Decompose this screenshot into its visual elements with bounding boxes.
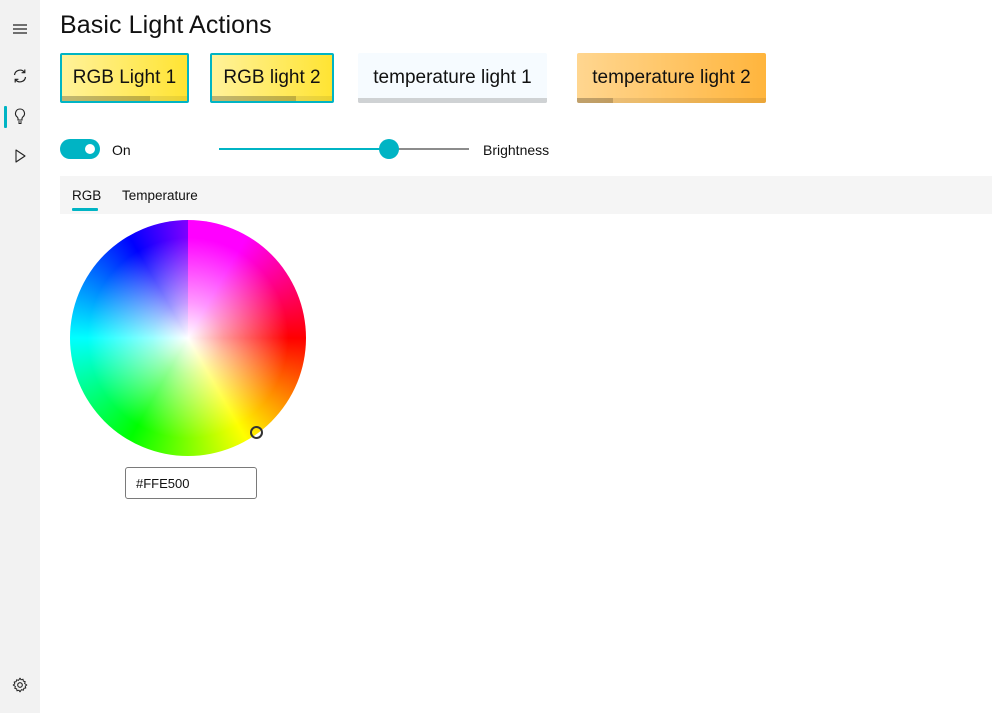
gear-icon xyxy=(12,677,28,693)
power-toggle-label: On xyxy=(112,142,131,158)
settings-button[interactable] xyxy=(0,667,40,703)
brightness-label: Brightness xyxy=(483,142,550,158)
color-mode-tabs: RGB Temperature xyxy=(60,176,992,214)
sidebar xyxy=(0,0,40,713)
level-fill xyxy=(358,98,547,103)
color-wheel-handle[interactable] xyxy=(250,426,263,439)
light-label: RGB Light 1 xyxy=(72,67,177,88)
refresh-button[interactable] xyxy=(0,58,40,94)
tab-rgb[interactable]: RGB xyxy=(72,188,101,203)
light-button-temperature-light-2[interactable]: temperature light 2 xyxy=(577,53,766,103)
light-label: RGB light 2 xyxy=(223,67,321,88)
level-fill xyxy=(62,96,150,101)
light-label: temperature light 1 xyxy=(373,67,532,88)
light-button-temperature-light-1[interactable]: temperature light 1 xyxy=(358,53,547,103)
level-fill xyxy=(212,96,296,101)
slider-fill xyxy=(219,148,389,150)
brightness-slider[interactable] xyxy=(219,139,469,159)
light-label: temperature light 2 xyxy=(592,67,751,88)
hex-color-input[interactable] xyxy=(125,467,257,499)
color-wheel[interactable] xyxy=(70,220,306,456)
lights-nav-button[interactable] xyxy=(0,98,40,134)
lightbulb-icon xyxy=(14,108,26,125)
power-toggle[interactable] xyxy=(60,139,100,159)
menu-button[interactable] xyxy=(0,11,40,47)
tab-temperature[interactable]: Temperature xyxy=(122,188,198,203)
play-button[interactable] xyxy=(0,138,40,174)
slider-thumb[interactable] xyxy=(379,139,399,159)
level-fill xyxy=(577,98,613,103)
light-button-rgb-light-2[interactable]: RGB light 2 xyxy=(210,53,334,103)
refresh-icon xyxy=(13,69,27,83)
toggle-knob xyxy=(85,144,95,154)
hamburger-menu-icon xyxy=(13,24,27,34)
light-button-rgb-light-1[interactable]: RGB Light 1 xyxy=(60,53,189,103)
play-icon xyxy=(15,149,26,163)
selected-tab-indicator xyxy=(72,208,98,211)
page-title: Basic Light Actions xyxy=(60,11,272,39)
